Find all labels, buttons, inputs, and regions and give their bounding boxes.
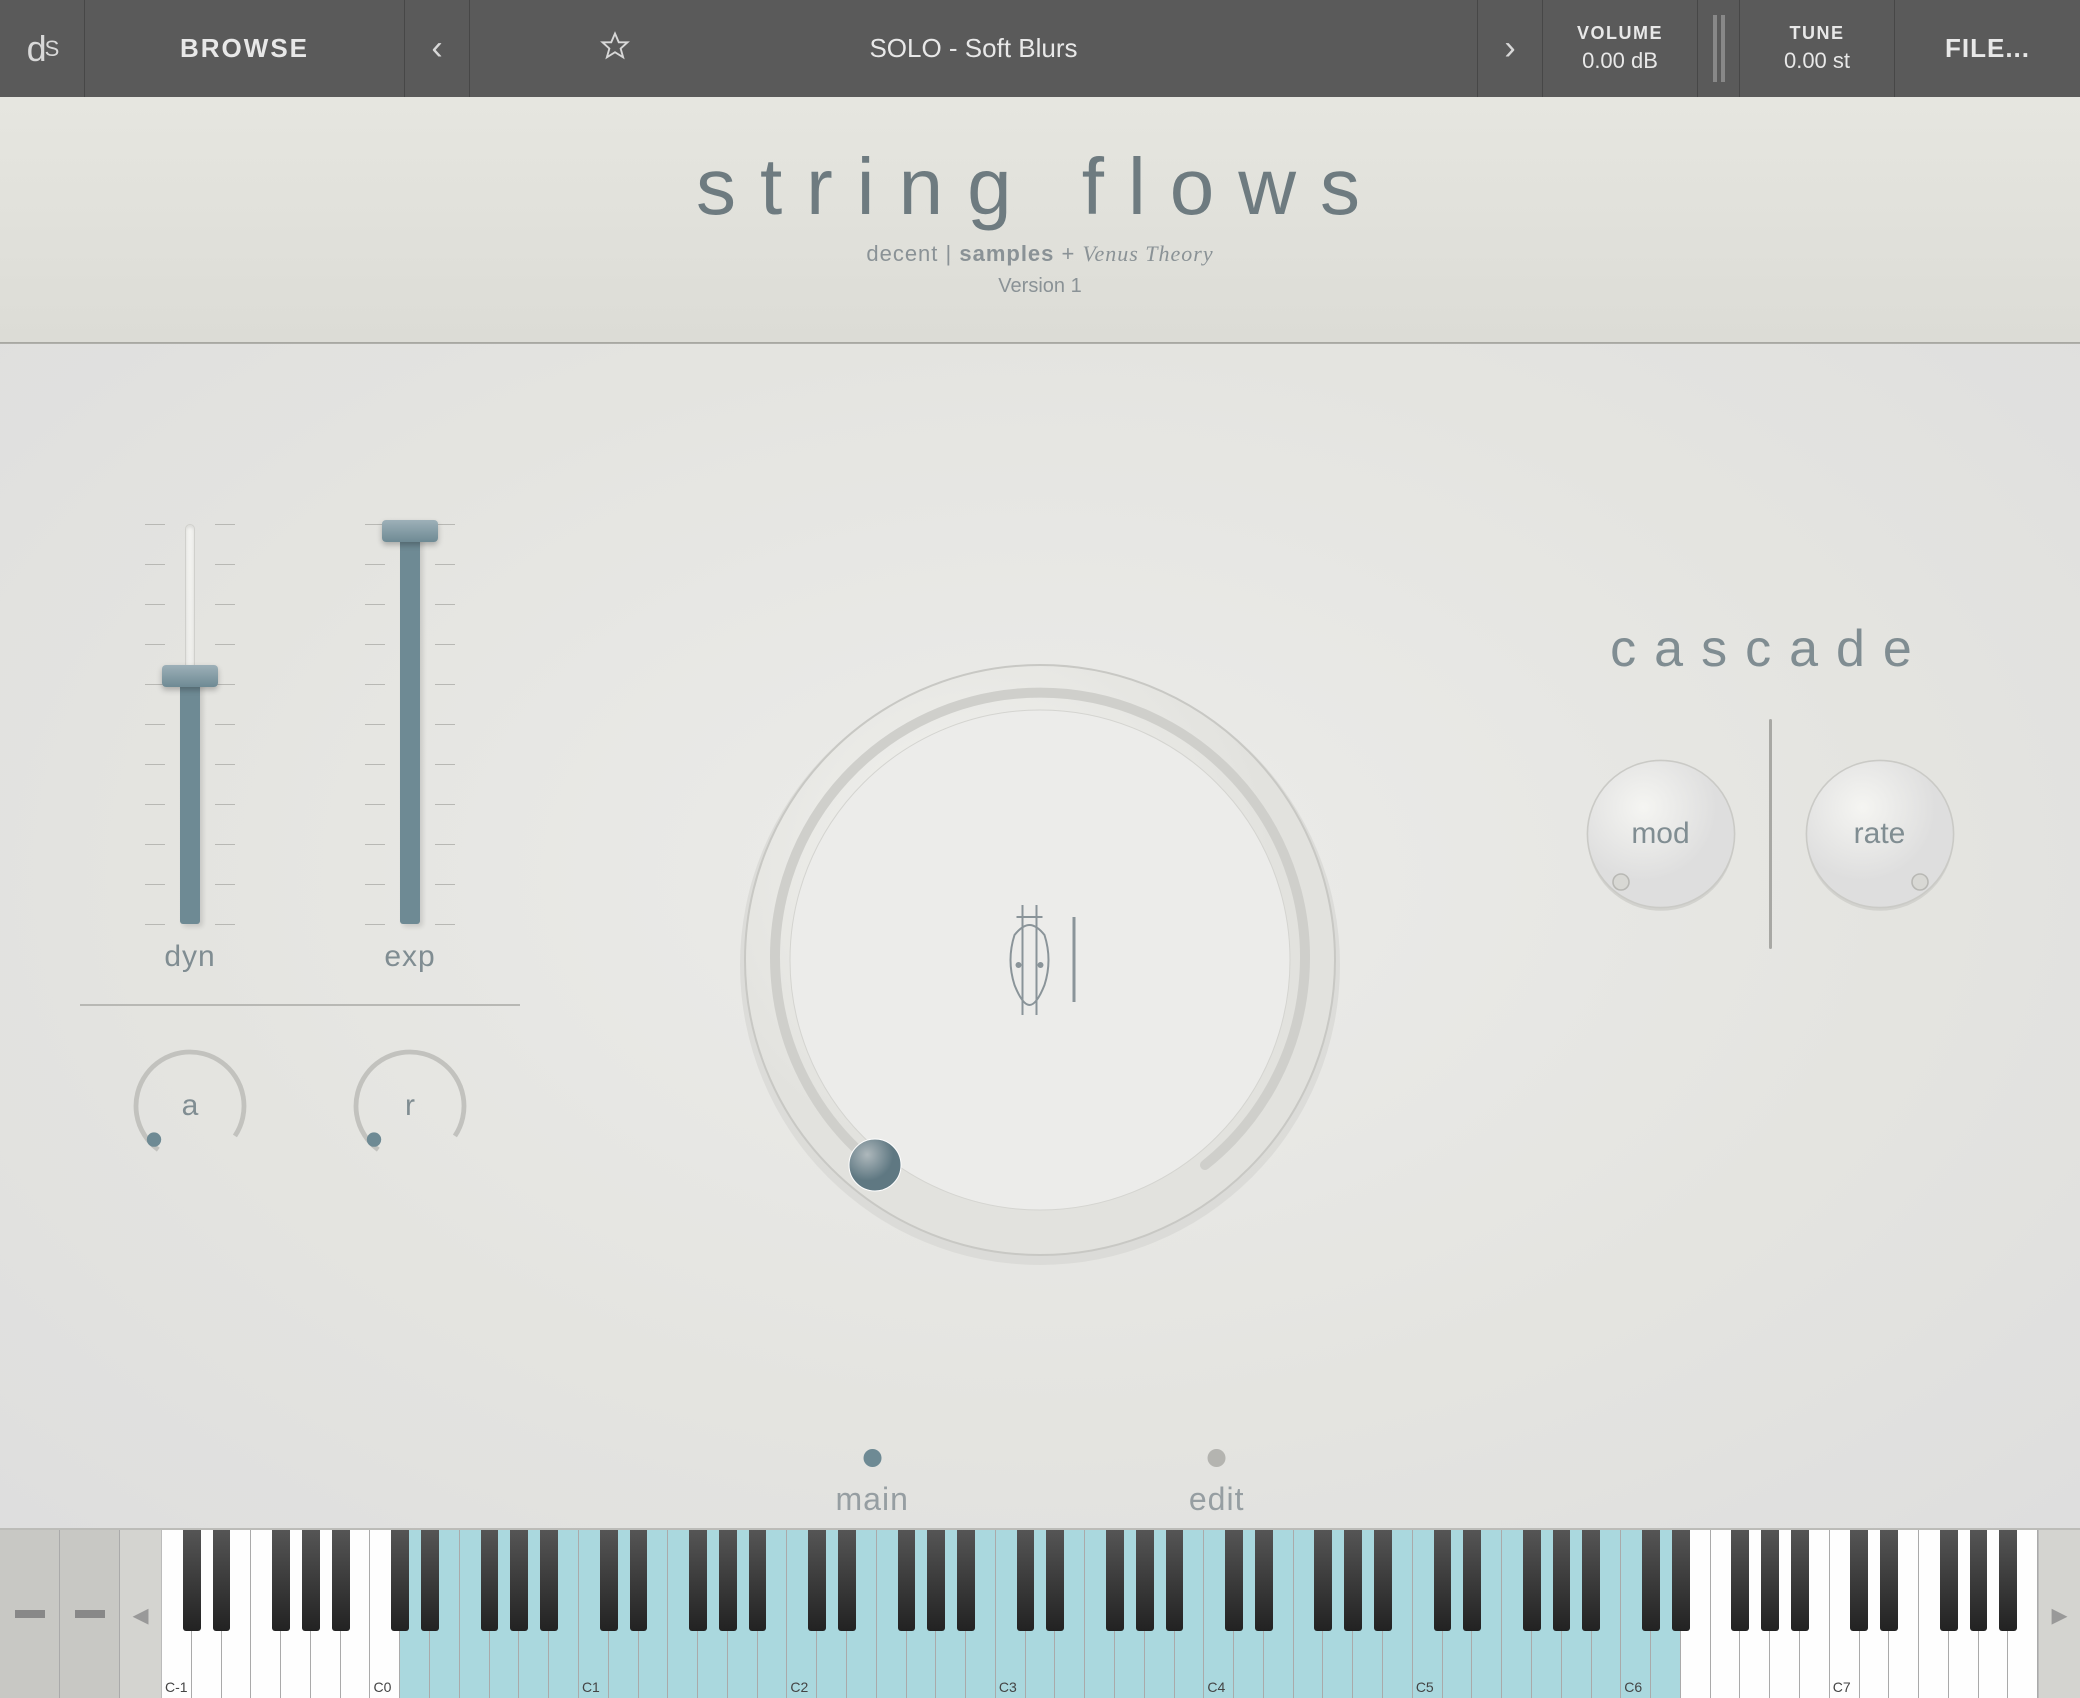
instrument-subtitle: decent | samples + Venus Theory bbox=[866, 241, 1213, 267]
file-button[interactable]: FILE... bbox=[1895, 0, 2080, 97]
preset-display[interactable]: SOLO - Soft Blurs bbox=[470, 0, 1478, 97]
top-bar: dS BROWSE ‹ SOLO - Soft Blurs › VOLUME 0… bbox=[0, 0, 2080, 97]
keyboard-scroll-right[interactable]: ▸ bbox=[2038, 1530, 2080, 1698]
black-key[interactable] bbox=[1880, 1530, 1898, 1631]
black-key[interactable] bbox=[272, 1530, 290, 1631]
tab-row: main edit bbox=[836, 1449, 1245, 1518]
black-key[interactable] bbox=[510, 1530, 528, 1631]
logo: dS bbox=[0, 0, 85, 97]
instrument-header: string flows decent | samples + Venus Th… bbox=[0, 97, 2080, 344]
black-key[interactable] bbox=[1970, 1530, 1988, 1631]
black-key[interactable] bbox=[1314, 1530, 1332, 1631]
volume-section[interactable]: VOLUME 0.00 dB bbox=[1543, 0, 1698, 97]
release-knob[interactable]: r bbox=[350, 1046, 470, 1166]
mod-knob[interactable]: mod bbox=[1581, 754, 1741, 914]
black-key[interactable] bbox=[1344, 1530, 1362, 1631]
black-key[interactable] bbox=[957, 1530, 975, 1631]
rate-label: rate bbox=[1854, 817, 1906, 851]
black-key[interactable] bbox=[927, 1530, 945, 1631]
cascade-section: cascade mod rate bbox=[1550, 619, 1990, 949]
black-key[interactable] bbox=[1523, 1530, 1541, 1631]
slider-thumb[interactable] bbox=[162, 665, 218, 687]
black-key[interactable] bbox=[1731, 1530, 1749, 1631]
black-key[interactable] bbox=[540, 1530, 558, 1631]
black-key[interactable] bbox=[1850, 1530, 1868, 1631]
black-key[interactable] bbox=[302, 1530, 320, 1631]
black-key[interactable] bbox=[481, 1530, 499, 1631]
black-key[interactable] bbox=[689, 1530, 707, 1631]
keyboard[interactable]: C-1C0C1C2C3C4C5C6C7 bbox=[162, 1530, 2038, 1698]
preset-next-button[interactable]: › bbox=[1478, 0, 1543, 97]
mod-label: mod bbox=[1631, 817, 1689, 851]
keyboard-scroll-left[interactable]: ◂ bbox=[120, 1530, 162, 1698]
main-knob[interactable] bbox=[725, 645, 1355, 1275]
black-key[interactable] bbox=[1672, 1530, 1690, 1631]
rate-knob[interactable]: rate bbox=[1800, 754, 1960, 914]
black-key[interactable] bbox=[332, 1530, 350, 1631]
chevron-left-icon: ‹ bbox=[431, 29, 442, 68]
black-key[interactable] bbox=[1642, 1530, 1660, 1631]
attack-label: a bbox=[182, 1089, 199, 1123]
instrument-title: string flows bbox=[696, 141, 1384, 233]
browse-button[interactable]: BROWSE bbox=[85, 0, 405, 97]
favorite-icon[interactable] bbox=[600, 31, 630, 66]
keyboard-area: ◂ C-1C0C1C2C3C4C5C6C7 ▸ bbox=[0, 1528, 2080, 1698]
main-panel: dyn exp a bbox=[0, 344, 2080, 1528]
release-label: r bbox=[405, 1089, 415, 1123]
dyn-label: dyn bbox=[164, 940, 215, 974]
black-key[interactable] bbox=[1046, 1530, 1064, 1631]
volume-value: 0.00 dB bbox=[1582, 48, 1658, 74]
black-key[interactable] bbox=[1017, 1530, 1035, 1631]
black-key[interactable] bbox=[1106, 1530, 1124, 1631]
exp-label: exp bbox=[384, 940, 435, 974]
black-key[interactable] bbox=[838, 1530, 856, 1631]
attack-knob[interactable]: a bbox=[130, 1046, 250, 1166]
tab-edit[interactable]: edit bbox=[1189, 1449, 1245, 1518]
level-meter bbox=[1698, 0, 1740, 97]
tune-label: TUNE bbox=[1790, 23, 1845, 44]
tab-dot-icon bbox=[1208, 1449, 1226, 1467]
cascade-divider bbox=[1769, 719, 1772, 949]
tab-dot-icon bbox=[863, 1449, 881, 1467]
black-key[interactable] bbox=[1225, 1530, 1243, 1631]
black-key[interactable] bbox=[1434, 1530, 1452, 1631]
preset-prev-button[interactable]: ‹ bbox=[405, 0, 470, 97]
black-key[interactable] bbox=[421, 1530, 439, 1631]
black-key[interactable] bbox=[1791, 1530, 1809, 1631]
tune-section[interactable]: TUNE 0.00 st bbox=[1740, 0, 1895, 97]
black-key[interactable] bbox=[213, 1530, 231, 1631]
chevron-right-icon: › bbox=[1504, 29, 1515, 68]
black-key[interactable] bbox=[808, 1530, 826, 1631]
tab-main[interactable]: main bbox=[836, 1449, 909, 1518]
black-key[interactable] bbox=[391, 1530, 409, 1631]
black-key[interactable] bbox=[1999, 1530, 2017, 1631]
black-key[interactable] bbox=[1582, 1530, 1600, 1631]
black-key[interactable] bbox=[1463, 1530, 1481, 1631]
black-key[interactable] bbox=[898, 1530, 916, 1631]
black-key[interactable] bbox=[749, 1530, 767, 1631]
black-key[interactable] bbox=[1940, 1530, 1958, 1631]
black-key[interactable] bbox=[1374, 1530, 1392, 1631]
black-key[interactable] bbox=[630, 1530, 648, 1631]
black-key[interactable] bbox=[1136, 1530, 1154, 1631]
exp-slider[interactable]: exp bbox=[384, 524, 435, 974]
dynamics-section: dyn exp a bbox=[80, 524, 520, 1166]
black-key[interactable] bbox=[600, 1530, 618, 1631]
black-key[interactable] bbox=[1553, 1530, 1571, 1631]
black-key[interactable] bbox=[1166, 1530, 1184, 1631]
pitch-wheel[interactable] bbox=[0, 1530, 60, 1698]
black-key[interactable] bbox=[183, 1530, 201, 1631]
black-key[interactable] bbox=[719, 1530, 737, 1631]
preset-name: SOLO - Soft Blurs bbox=[869, 33, 1077, 64]
mod-wheel[interactable] bbox=[60, 1530, 120, 1698]
version-label: Version 1 bbox=[998, 275, 1081, 298]
cascade-title: cascade bbox=[1550, 619, 1990, 679]
black-key[interactable] bbox=[1255, 1530, 1273, 1631]
tune-value: 0.00 st bbox=[1784, 48, 1850, 74]
slider-thumb[interactable] bbox=[382, 520, 438, 542]
dyn-slider[interactable]: dyn bbox=[164, 524, 215, 974]
black-key[interactable] bbox=[1761, 1530, 1779, 1631]
volume-label: VOLUME bbox=[1577, 23, 1663, 44]
violin-icon bbox=[1005, 905, 1076, 1015]
